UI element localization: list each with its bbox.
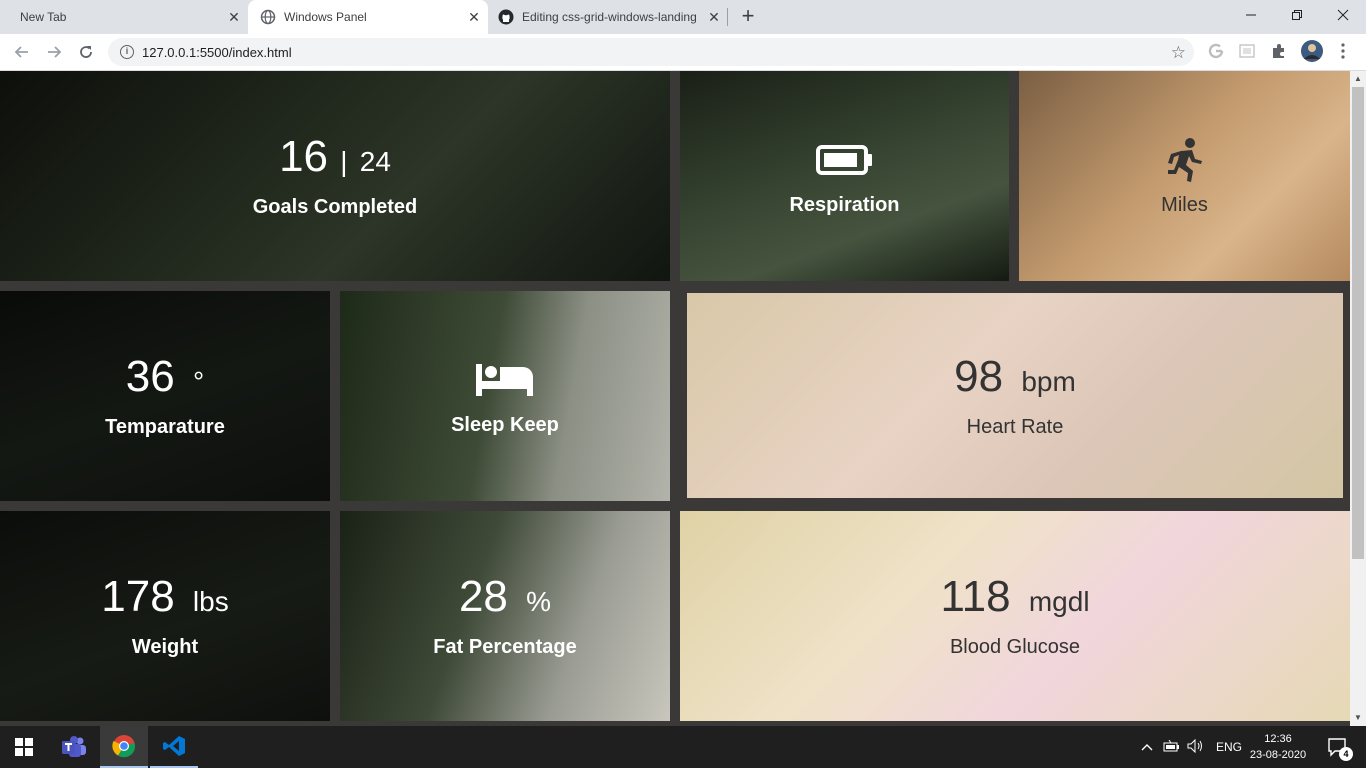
back-button[interactable] bbox=[10, 40, 34, 64]
close-icon[interactable]: ✕ bbox=[226, 9, 242, 25]
heart-rate-value: 98 bpm bbox=[954, 351, 1076, 406]
tile-weight[interactable]: 178 lbs Weight bbox=[0, 511, 330, 721]
tab-title: Editing css-grid-windows-landing bbox=[522, 10, 697, 24]
goals-separator: | bbox=[340, 146, 348, 177]
dashboard-grid: 16 | 24 Goals Completed Respiration Mile… bbox=[0, 71, 1350, 726]
chrome-icon[interactable] bbox=[100, 726, 148, 768]
close-icon[interactable]: ✕ bbox=[706, 9, 722, 25]
restore-button[interactable] bbox=[1274, 0, 1320, 30]
notification-count-badge: 4 bbox=[1339, 747, 1353, 761]
fat-unit: % bbox=[526, 586, 552, 617]
heart-rate-unit: bpm bbox=[1021, 365, 1076, 397]
tab-title: New Tab bbox=[20, 10, 67, 24]
battery-icon bbox=[815, 136, 874, 184]
battery-status-icon[interactable] bbox=[1160, 739, 1184, 755]
teams-icon[interactable] bbox=[50, 726, 98, 768]
tile-goals[interactable]: 16 | 24 Goals Completed bbox=[0, 71, 670, 281]
clock-time: 12:36 bbox=[1264, 733, 1292, 745]
scroll-down-icon[interactable]: ▼ bbox=[1350, 710, 1366, 726]
glucose-value: 118 mgdl bbox=[940, 573, 1089, 626]
google-icon[interactable] bbox=[1206, 41, 1226, 61]
info-icon[interactable]: i bbox=[120, 45, 134, 59]
goals-label: Goals Completed bbox=[252, 196, 418, 218]
tile-respiration[interactable]: Respiration bbox=[680, 71, 1009, 281]
weight-unit: lbs bbox=[192, 586, 229, 617]
globe-icon bbox=[260, 9, 276, 25]
temperature-label: Temparature bbox=[105, 416, 225, 438]
profile-avatar[interactable] bbox=[1300, 39, 1324, 63]
glucose-unit: mgdl bbox=[1028, 586, 1090, 617]
fat-number: 28 bbox=[458, 572, 508, 621]
miles-label: Miles bbox=[1161, 193, 1208, 216]
windows-taskbar: ENG 12:36 23-08-2020 4 bbox=[0, 726, 1366, 768]
fat-label: Fat Percentage bbox=[433, 636, 577, 658]
bed-icon bbox=[475, 356, 535, 404]
temperature-unit: ° bbox=[192, 366, 205, 397]
extensions-puzzle-icon[interactable] bbox=[1269, 41, 1289, 61]
goals-total: 24 bbox=[359, 146, 391, 177]
close-icon[interactable]: ✕ bbox=[466, 9, 482, 25]
close-icon bbox=[1337, 9, 1349, 21]
url-text: 127.0.0.1:5500/index.html bbox=[142, 44, 292, 60]
restore-icon bbox=[1292, 10, 1302, 20]
clock[interactable]: 12:36 23-08-2020 bbox=[1240, 731, 1316, 763]
reload-icon bbox=[80, 46, 92, 58]
vscode-icon[interactable] bbox=[150, 726, 198, 768]
minimize-button[interactable] bbox=[1228, 0, 1274, 30]
heart-rate-number: 98 bbox=[954, 351, 1004, 401]
browser-toolbar: i 127.0.0.1:5500/index.html ☆ bbox=[0, 34, 1366, 71]
minimize-icon bbox=[1246, 14, 1256, 16]
vertical-scrollbar[interactable]: ▲ ▼ bbox=[1350, 71, 1366, 726]
reload-button[interactable] bbox=[74, 40, 98, 64]
running-icon bbox=[1165, 136, 1205, 184]
chevron-up-icon[interactable] bbox=[1138, 740, 1156, 754]
tile-miles[interactable]: Miles bbox=[1019, 71, 1350, 281]
close-window-button[interactable] bbox=[1320, 0, 1366, 30]
weight-number: 178 bbox=[101, 572, 175, 621]
tab-separator bbox=[727, 8, 728, 26]
screenshot-extension-icon[interactable] bbox=[1237, 41, 1257, 61]
tile-sleep[interactable]: Sleep Keep bbox=[340, 291, 670, 501]
forward-button[interactable] bbox=[42, 40, 66, 64]
scrollbar-thumb[interactable] bbox=[1352, 87, 1364, 559]
tab-title: Windows Panel bbox=[284, 10, 367, 24]
new-tab-button[interactable]: + bbox=[736, 5, 760, 29]
glucose-number: 118 bbox=[940, 572, 1011, 621]
respiration-label: Respiration bbox=[789, 193, 900, 216]
goals-count: 16 bbox=[279, 132, 329, 181]
tab-windows-panel[interactable]: Windows Panel ✕ bbox=[248, 0, 488, 34]
temperature-value: 36 ° bbox=[126, 353, 204, 406]
tab-strip: New Tab ✕ Windows Panel ✕ Editing css-gr… bbox=[0, 0, 1366, 34]
temperature-number: 36 bbox=[125, 352, 175, 401]
tile-fat-percentage[interactable]: 28 % Fat Percentage bbox=[340, 511, 670, 721]
language-indicator[interactable]: ENG bbox=[1216, 740, 1242, 754]
system-tray: ENG bbox=[1138, 726, 1242, 768]
weight-value: 178 lbs bbox=[101, 573, 228, 626]
tile-blood-glucose[interactable]: 118 mgdl Blood Glucose bbox=[680, 511, 1350, 721]
kebab-menu-icon[interactable] bbox=[1333, 41, 1353, 61]
windows-start-icon[interactable] bbox=[0, 726, 48, 768]
tile-temperature[interactable]: 36 ° Temparature bbox=[0, 291, 330, 501]
star-icon[interactable]: ☆ bbox=[1171, 43, 1186, 63]
scroll-up-icon[interactable]: ▲ bbox=[1350, 71, 1366, 87]
weight-label: Weight bbox=[131, 636, 199, 658]
goals-value: 16 | 24 bbox=[279, 133, 391, 186]
tile-heart-rate[interactable]: 98 bpm Heart Rate bbox=[687, 293, 1343, 498]
volume-icon[interactable] bbox=[1184, 738, 1208, 756]
github-icon bbox=[498, 9, 514, 25]
tab-github-editing[interactable]: Editing css-grid-windows-landing ✕ bbox=[488, 0, 728, 34]
glucose-label: Blood Glucose bbox=[949, 636, 1081, 658]
tab-new-tab[interactable]: New Tab ✕ bbox=[0, 0, 248, 34]
clock-date: 23-08-2020 bbox=[1249, 749, 1307, 761]
arrow-left-icon bbox=[14, 46, 28, 58]
arrow-right-icon bbox=[48, 46, 62, 58]
notification-center-icon[interactable]: 4 bbox=[1318, 726, 1358, 768]
fat-value: 28 % bbox=[459, 573, 551, 626]
heart-rate-label: Heart Rate bbox=[966, 415, 1064, 438]
address-bar[interactable]: i 127.0.0.1:5500/index.html ☆ bbox=[108, 38, 1194, 66]
sleep-label: Sleep Keep bbox=[451, 413, 559, 436]
